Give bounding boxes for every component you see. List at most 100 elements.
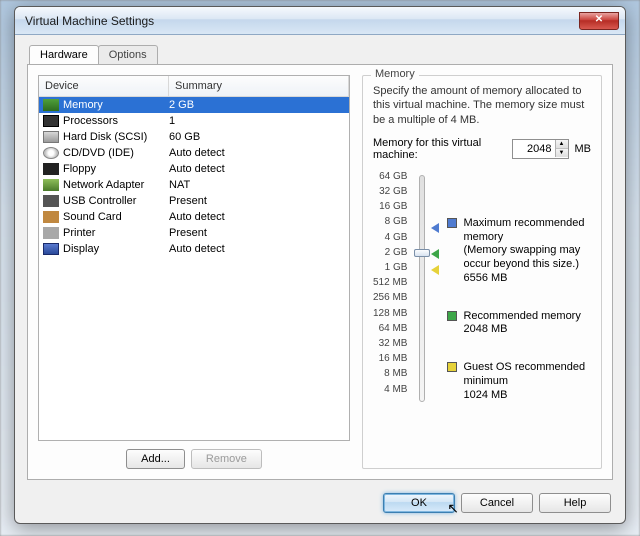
memory-tick-labels: 64 GB 32 GB 16 GB 8 GB 4 GB 2 GB 1 GB 512 MB 256…: [373, 171, 413, 407]
legend-max: Maximum recommended memory (Memory swapp…: [447, 217, 591, 286]
memory-tick: 4 MB: [384, 384, 407, 396]
remove-button: Remove: [191, 449, 262, 469]
marker-max-icon: [431, 223, 439, 233]
device-summary: 60 GB: [169, 131, 345, 143]
memory-tick: 16 MB: [379, 353, 408, 365]
device-name: Network Adapter: [63, 179, 144, 191]
memory-tick: 512 MB: [373, 277, 407, 289]
table-row[interactable]: Processors 1: [39, 113, 349, 129]
table-row[interactable]: Hard Disk (SCSI) 60 GB: [39, 129, 349, 145]
device-summary: 1: [169, 115, 345, 127]
memory-tick: 8 GB: [385, 216, 408, 228]
device-name: Processors: [63, 115, 118, 127]
device-summary: Auto detect: [169, 163, 345, 175]
legend-min-label: Guest OS recommended minimum: [463, 361, 591, 389]
legend-max-note: (Memory swapping may occur beyond this s…: [463, 244, 591, 272]
window-title: Virtual Machine Settings: [25, 14, 579, 28]
device-icon: [43, 195, 59, 207]
memory-label: Memory for this virtual machine:: [373, 137, 506, 161]
titlebar: Virtual Machine Settings ✕: [15, 7, 625, 35]
memory-unit: MB: [575, 143, 592, 155]
device-icon: [43, 211, 59, 223]
memory-spinbox[interactable]: ▲ ▼: [512, 139, 569, 159]
legend-min: Guest OS recommended minimum 1024 MB: [447, 361, 591, 402]
device-name: Floppy: [63, 163, 96, 175]
memory-tick: 4 GB: [385, 232, 408, 244]
memory-tick: 64 MB: [379, 323, 408, 335]
device-name: Memory: [63, 99, 103, 111]
device-icon: [43, 227, 59, 239]
device-summary: 2 GB: [169, 99, 345, 111]
ok-button[interactable]: OK: [383, 493, 455, 513]
spin-up-icon[interactable]: ▲: [556, 140, 568, 149]
vm-settings-dialog: Virtual Machine Settings ✕ Hardware Opti…: [14, 6, 626, 524]
legend-rec-value: 2048 MB: [463, 323, 580, 337]
device-list: Device Summary Memory 2 GB Processors 1 Hard…: [38, 75, 350, 441]
memory-group: Memory Specify the amount of memory allo…: [362, 75, 602, 469]
table-row[interactable]: CD/DVD (IDE) Auto detect: [39, 145, 349, 161]
device-icon: [43, 131, 59, 143]
device-icon: [43, 99, 59, 111]
device-icon: [43, 163, 59, 175]
legend-max-value: 6556 MB: [463, 272, 591, 286]
header-device[interactable]: Device: [39, 76, 169, 96]
device-name: CD/DVD (IDE): [63, 147, 134, 159]
legend-min-value: 1024 MB: [463, 389, 591, 403]
spin-down-icon[interactable]: ▼: [556, 149, 568, 157]
close-button[interactable]: ✕: [579, 12, 619, 30]
memory-input[interactable]: [513, 143, 555, 155]
help-button[interactable]: Help: [539, 493, 611, 513]
table-row[interactable]: Network Adapter NAT: [39, 177, 349, 193]
tab-panel-hardware: Device Summary Memory 2 GB Processors 1 Hard…: [27, 64, 613, 480]
device-summary: Auto detect: [169, 147, 345, 159]
device-summary: NAT: [169, 179, 345, 191]
memory-tick: 1 GB: [385, 262, 408, 274]
memory-tick: 32 MB: [379, 338, 408, 350]
device-name: Display: [63, 243, 99, 255]
table-row[interactable]: Memory 2 GB: [39, 97, 349, 113]
device-name: Hard Disk (SCSI): [63, 131, 147, 143]
dialog-footer: OK Cancel Help: [383, 493, 611, 513]
memory-tick: 2 GB: [385, 247, 408, 259]
device-icon: [43, 115, 59, 127]
memory-tick: 128 MB: [373, 308, 407, 320]
memory-description: Specify the amount of memory allocated t…: [373, 84, 591, 127]
slider-thumb[interactable]: [414, 249, 430, 257]
tab-options[interactable]: Options: [98, 45, 158, 64]
legend-rec: Recommended memory 2048 MB: [447, 310, 591, 338]
device-summary: Auto detect: [169, 243, 345, 255]
tab-bar: Hardware Options: [29, 45, 613, 64]
table-row[interactable]: Display Auto detect: [39, 241, 349, 257]
legend-rec-label: Recommended memory: [463, 310, 580, 324]
device-icon: [43, 179, 59, 191]
memory-group-title: Memory: [371, 68, 419, 80]
device-name: Sound Card: [63, 211, 122, 223]
table-row[interactable]: Sound CardAuto detect: [39, 209, 349, 225]
swatch-max-icon: [447, 218, 457, 228]
add-button[interactable]: Add...: [126, 449, 185, 469]
header-summary[interactable]: Summary: [169, 76, 349, 96]
memory-tick: 8 MB: [384, 368, 407, 380]
marker-rec-icon: [431, 249, 439, 259]
memory-slider[interactable]: [413, 171, 435, 407]
device-summary: Present: [169, 195, 345, 207]
legend-max-label: Maximum recommended memory: [463, 217, 591, 245]
memory-tick: 16 GB: [379, 201, 407, 213]
swatch-rec-icon: [447, 311, 457, 321]
device-icon: [43, 147, 59, 159]
device-list-header: Device Summary: [39, 76, 349, 97]
marker-min-icon: [431, 265, 439, 275]
cancel-button[interactable]: Cancel: [461, 493, 533, 513]
memory-tick: 32 GB: [379, 186, 407, 198]
tab-hardware[interactable]: Hardware: [29, 45, 99, 64]
table-row[interactable]: USB Controller Present: [39, 193, 349, 209]
table-row[interactable]: Floppy Auto detect: [39, 161, 349, 177]
device-name: USB Controller: [63, 195, 136, 207]
memory-tick: 64 GB: [379, 171, 407, 183]
table-row[interactable]: Printer Present: [39, 225, 349, 241]
device-name: Printer: [63, 227, 95, 239]
device-icon: [43, 243, 59, 255]
swatch-min-icon: [447, 362, 457, 372]
device-summary: Present: [169, 227, 345, 239]
memory-tick: 256 MB: [373, 292, 407, 304]
